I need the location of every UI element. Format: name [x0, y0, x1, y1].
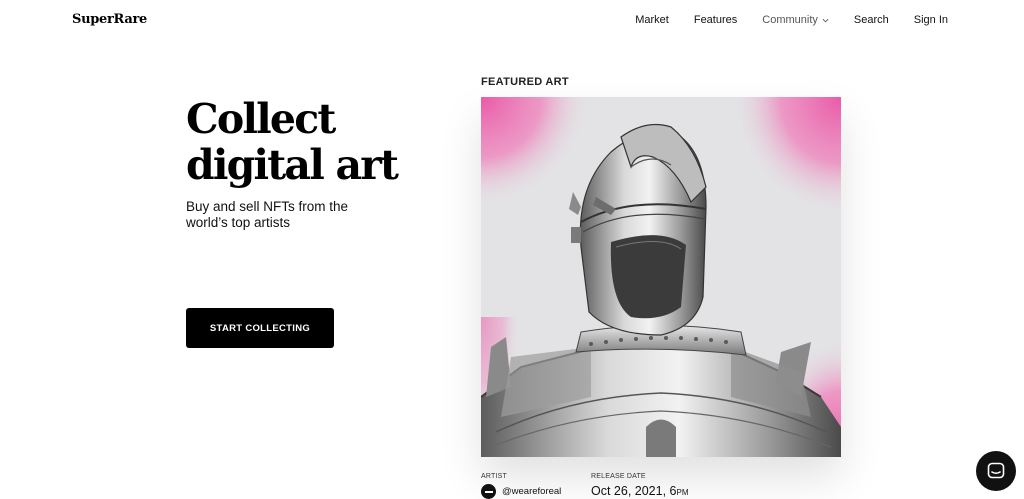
nav-community[interactable]: Community: [762, 14, 829, 26]
top-nav: SuperRare Market Features Community Sear…: [0, 0, 1024, 42]
nav-community-label: Community: [762, 14, 818, 26]
release-date-value: Oct 26, 2021, 6: [591, 484, 677, 498]
artist-label: ARTIST: [481, 473, 507, 480]
chat-icon: [987, 462, 1005, 479]
nav-market[interactable]: Market: [635, 14, 669, 26]
hero-subtitle: Buy and sell NFTs from the world’s top a…: [186, 199, 386, 231]
release-time-suffix: PM: [676, 488, 689, 497]
nav-links: Market Features Community Search Sign In: [610, 14, 948, 26]
artist-link[interactable]: @weareforeal: [481, 484, 561, 499]
hero-subtitle-line-2: world’s top artists: [186, 215, 291, 230]
hero-subtitle-line-1: Buy and sell NFTs from the: [186, 199, 349, 214]
knight-armor-artwork: [481, 97, 841, 457]
chevron-down-icon: [822, 18, 829, 22]
featured-art-label: FEATURED ART: [481, 76, 569, 88]
hero-title-line-1: Collect: [186, 95, 336, 143]
nav-search[interactable]: Search: [854, 14, 889, 26]
release-date-label: RELEASE DATE: [591, 473, 646, 480]
featured-artwork[interactable]: [481, 97, 841, 457]
chat-launcher-button[interactable]: [976, 451, 1016, 491]
hero-title-line-2: digital art: [186, 141, 399, 189]
nav-features[interactable]: Features: [694, 14, 737, 26]
artist-handle: @weareforeal: [502, 486, 562, 497]
logo[interactable]: SuperRare: [72, 12, 147, 27]
hero-title: Collect digital art: [186, 96, 406, 188]
release-date: Oct 26, 2021, 6PM: [591, 484, 688, 498]
avatar: [481, 484, 496, 499]
nav-sign-in[interactable]: Sign In: [914, 14, 948, 26]
start-collecting-button[interactable]: START COLLECTING: [186, 308, 334, 348]
